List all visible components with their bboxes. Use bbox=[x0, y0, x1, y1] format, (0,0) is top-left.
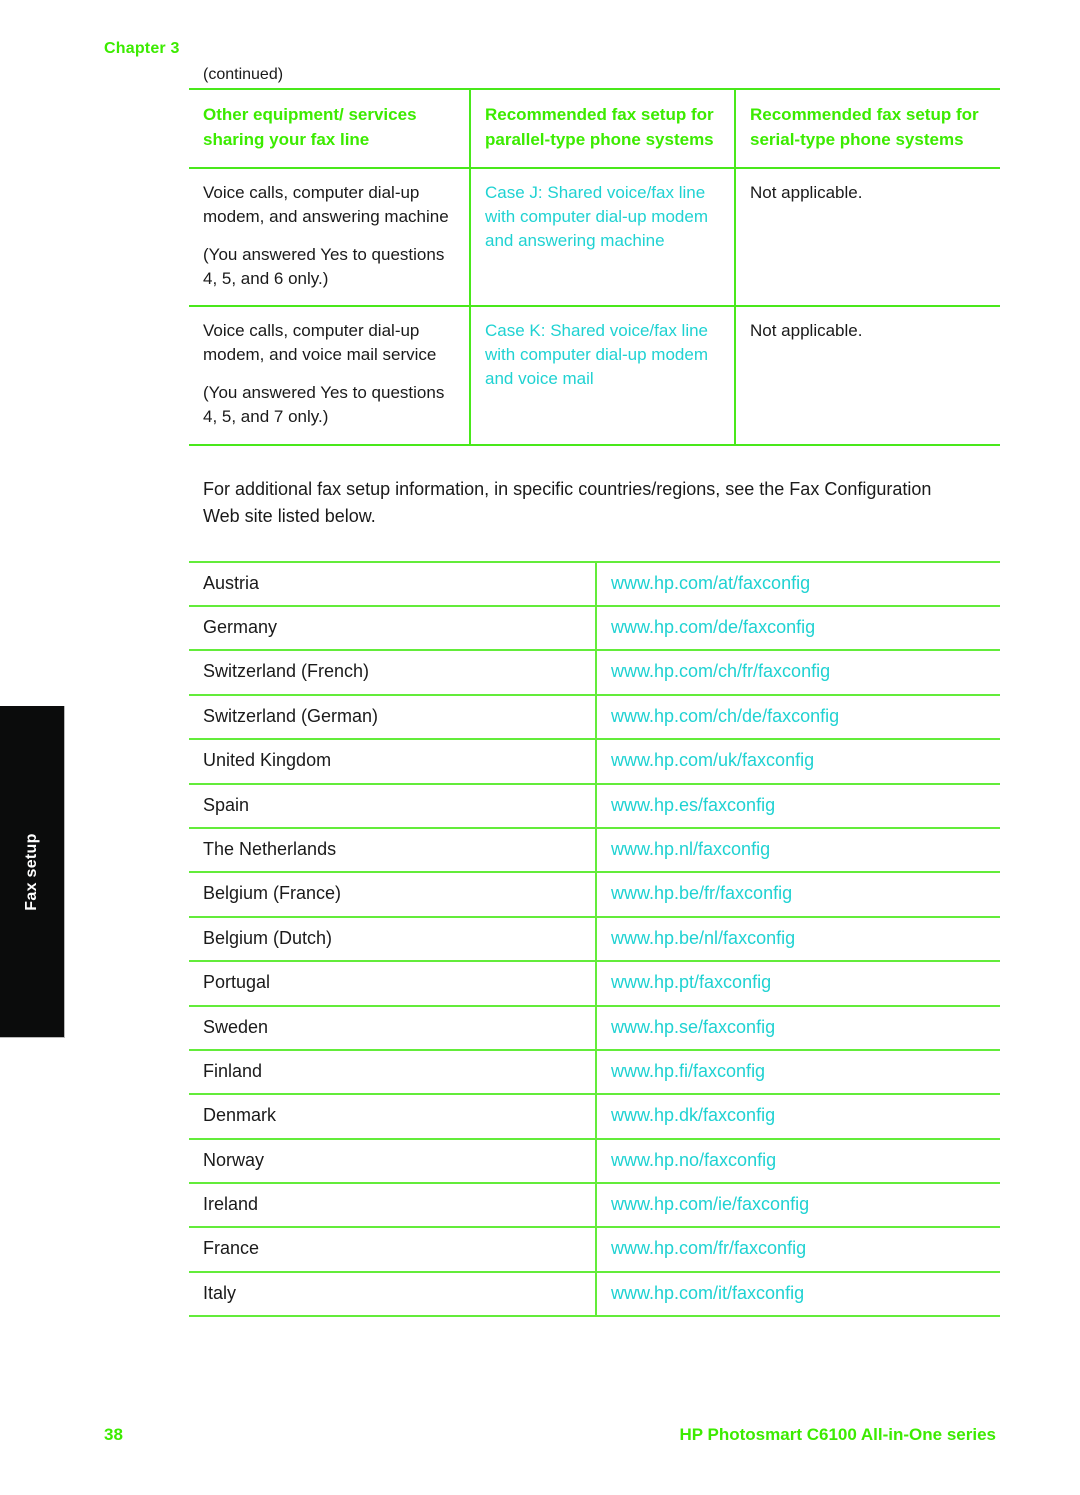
country-url-cell[interactable]: www.hp.com/at/faxconfig bbox=[595, 560, 1000, 607]
continued-label: (continued) bbox=[203, 66, 284, 83]
country-name-cell: Norway bbox=[189, 1138, 596, 1185]
table-row: United Kingdom www.hp.com/uk/faxconfig bbox=[189, 739, 1000, 785]
equipment-description: Voice calls, computer dial-up modem, and… bbox=[203, 321, 437, 365]
table-row: Denmark www.hp.dk/faxconfig bbox=[189, 1094, 1000, 1140]
column-header-parallel-setup: Recommended fax setup for parallel-type … bbox=[469, 87, 735, 169]
case-link-k[interactable]: Case K: Shared voice/fax line with compu… bbox=[485, 321, 708, 388]
column-header-other-equipment: Other equipment/ services sharing your f… bbox=[189, 87, 470, 169]
country-url-cell[interactable]: www.hp.com/ch/de/faxconfig bbox=[595, 694, 1000, 741]
footer-product-title: HP Photosmart C6100 All-in-One series bbox=[679, 1425, 997, 1444]
country-url-cell[interactable]: www.hp.se/faxconfig bbox=[595, 1005, 1000, 1051]
country-url-cell[interactable]: www.hp.pt/faxconfig bbox=[595, 961, 1000, 1007]
footer-page-number: 38 bbox=[104, 1425, 123, 1444]
intro-paragraph: For additional fax setup information, in… bbox=[203, 478, 932, 526]
cell-parallel-setup: Case K: Shared voice/fax line with compu… bbox=[469, 306, 735, 446]
table-row: Belgium (Dutch) www.hp.be/nl/faxconfig bbox=[189, 916, 1000, 963]
fax-config-country-table: Austria www.hp.com/at/faxconfig Germany www… bbox=[189, 560, 1000, 1318]
table-row: France www.hp.com/fr/faxconfig bbox=[189, 1227, 1000, 1273]
table-row: Austria www.hp.com/at/faxconfig bbox=[189, 560, 1000, 607]
country-name-cell: Portugal bbox=[189, 961, 596, 1007]
country-url-cell[interactable]: www.hp.fi/faxconfig bbox=[595, 1049, 1000, 1096]
table-row: Italy www.hp.com/it/faxconfig bbox=[189, 1271, 1000, 1318]
equipment-questions: (You answered Yes to questions 4, 5, and… bbox=[203, 244, 445, 288]
country-name-cell: France bbox=[189, 1227, 596, 1273]
table-row: Ireland www.hp.com/ie/faxconfig bbox=[189, 1183, 1000, 1229]
table-row: Norway www.hp.no/faxconfig bbox=[189, 1138, 1000, 1185]
country-name-cell: Finland bbox=[189, 1049, 596, 1096]
table-row: Germany www.hp.com/de/faxconfig bbox=[189, 605, 1000, 652]
country-name-cell: Belgium (France) bbox=[189, 872, 596, 918]
chapter-label: Chapter 3 bbox=[104, 40, 180, 57]
table-row: Voice calls, computer dial-up modem, and… bbox=[189, 306, 1000, 446]
table-header-row: Other equipment/ services sharing your f… bbox=[189, 87, 1000, 169]
table-row: Portugal www.hp.pt/faxconfig bbox=[189, 961, 1000, 1007]
country-name-cell: Switzerland (French) bbox=[189, 650, 596, 696]
country-name-cell: Austria bbox=[189, 560, 596, 607]
equipment-description: Voice calls, computer dial-up modem, and… bbox=[203, 182, 449, 226]
country-url-cell[interactable]: www.hp.nl/faxconfig bbox=[595, 827, 1000, 874]
country-name-cell: Denmark bbox=[189, 1094, 596, 1140]
country-url-cell[interactable]: www.hp.no/faxconfig bbox=[595, 1138, 1000, 1185]
country-url-cell[interactable]: www.hp.es/faxconfig bbox=[595, 783, 1000, 829]
side-tab-fax-setup: Fax setup bbox=[0, 706, 65, 1038]
table-row: Voice calls, computer dial-up modem, and… bbox=[189, 166, 1000, 308]
case-link-j[interactable]: Case J: Shared voice/fax line with compu… bbox=[485, 183, 708, 250]
cell-equipment: Voice calls, computer dial-up modem, and… bbox=[189, 166, 470, 308]
country-url-cell[interactable]: www.hp.com/ie/faxconfig bbox=[595, 1183, 1000, 1229]
table-row: Sweden www.hp.se/faxconfig bbox=[189, 1005, 1000, 1051]
side-tab-label: Fax setup bbox=[23, 832, 40, 911]
country-name-cell: Spain bbox=[189, 783, 596, 829]
country-url-cell[interactable]: www.hp.be/nl/faxconfig bbox=[595, 916, 1000, 963]
country-url-cell[interactable]: www.hp.com/de/faxconfig bbox=[595, 605, 1000, 652]
country-name-cell: Ireland bbox=[189, 1183, 596, 1229]
table-row: Switzerland (French) www.hp.com/ch/fr/fax… bbox=[189, 650, 1000, 696]
cell-equipment: Voice calls, computer dial-up modem, and… bbox=[189, 306, 470, 446]
country-url-cell[interactable]: www.hp.be/fr/faxconfig bbox=[595, 872, 1000, 918]
page-content: (continued) Other equipment/ services sh… bbox=[189, 0, 1000, 1318]
country-url-cell[interactable]: www.hp.com/ch/fr/faxconfig bbox=[595, 650, 1000, 696]
table-row: Spain www.hp.es/faxconfig bbox=[189, 783, 1000, 829]
cell-serial-setup: Not applicable. bbox=[734, 306, 1000, 446]
country-name-cell: Germany bbox=[189, 605, 596, 652]
country-name-cell: Belgium (Dutch) bbox=[189, 916, 596, 963]
table-row: Switzerland (German) www.hp.com/ch/de/fax… bbox=[189, 694, 1000, 741]
table-row: Belgium (France) www.hp.be/fr/faxconfig bbox=[189, 872, 1000, 918]
country-url-cell[interactable]: www.hp.com/fr/faxconfig bbox=[595, 1227, 1000, 1273]
country-table-body: Austria www.hp.com/at/faxconfig Germany www… bbox=[189, 560, 1000, 1318]
country-name-cell: The Netherlands bbox=[189, 827, 596, 874]
fax-setup-cases-table: Other equipment/ services sharing your f… bbox=[189, 87, 1000, 446]
country-name-cell: Switzerland (German) bbox=[189, 694, 596, 741]
country-url-cell[interactable]: www.hp.com/uk/faxconfig bbox=[595, 739, 1000, 785]
country-name-cell: United Kingdom bbox=[189, 739, 596, 785]
cell-serial-setup: Not applicable. bbox=[734, 166, 1000, 308]
country-url-cell[interactable]: www.hp.com/it/faxconfig bbox=[595, 1271, 1000, 1318]
country-name-cell: Sweden bbox=[189, 1005, 596, 1051]
equipment-questions: (You answered Yes to questions 4, 5, and… bbox=[203, 383, 445, 427]
table-row: The Netherlands www.hp.nl/faxconfig bbox=[189, 827, 1000, 874]
cell-parallel-setup: Case J: Shared voice/fax line with compu… bbox=[469, 166, 735, 308]
country-name-cell: Italy bbox=[189, 1271, 596, 1318]
country-url-cell[interactable]: www.hp.dk/faxconfig bbox=[595, 1094, 1000, 1140]
column-header-serial-setup: Recommended fax setup for serial-type ph… bbox=[734, 87, 1000, 169]
table-row: Finland www.hp.fi/faxconfig bbox=[189, 1049, 1000, 1096]
